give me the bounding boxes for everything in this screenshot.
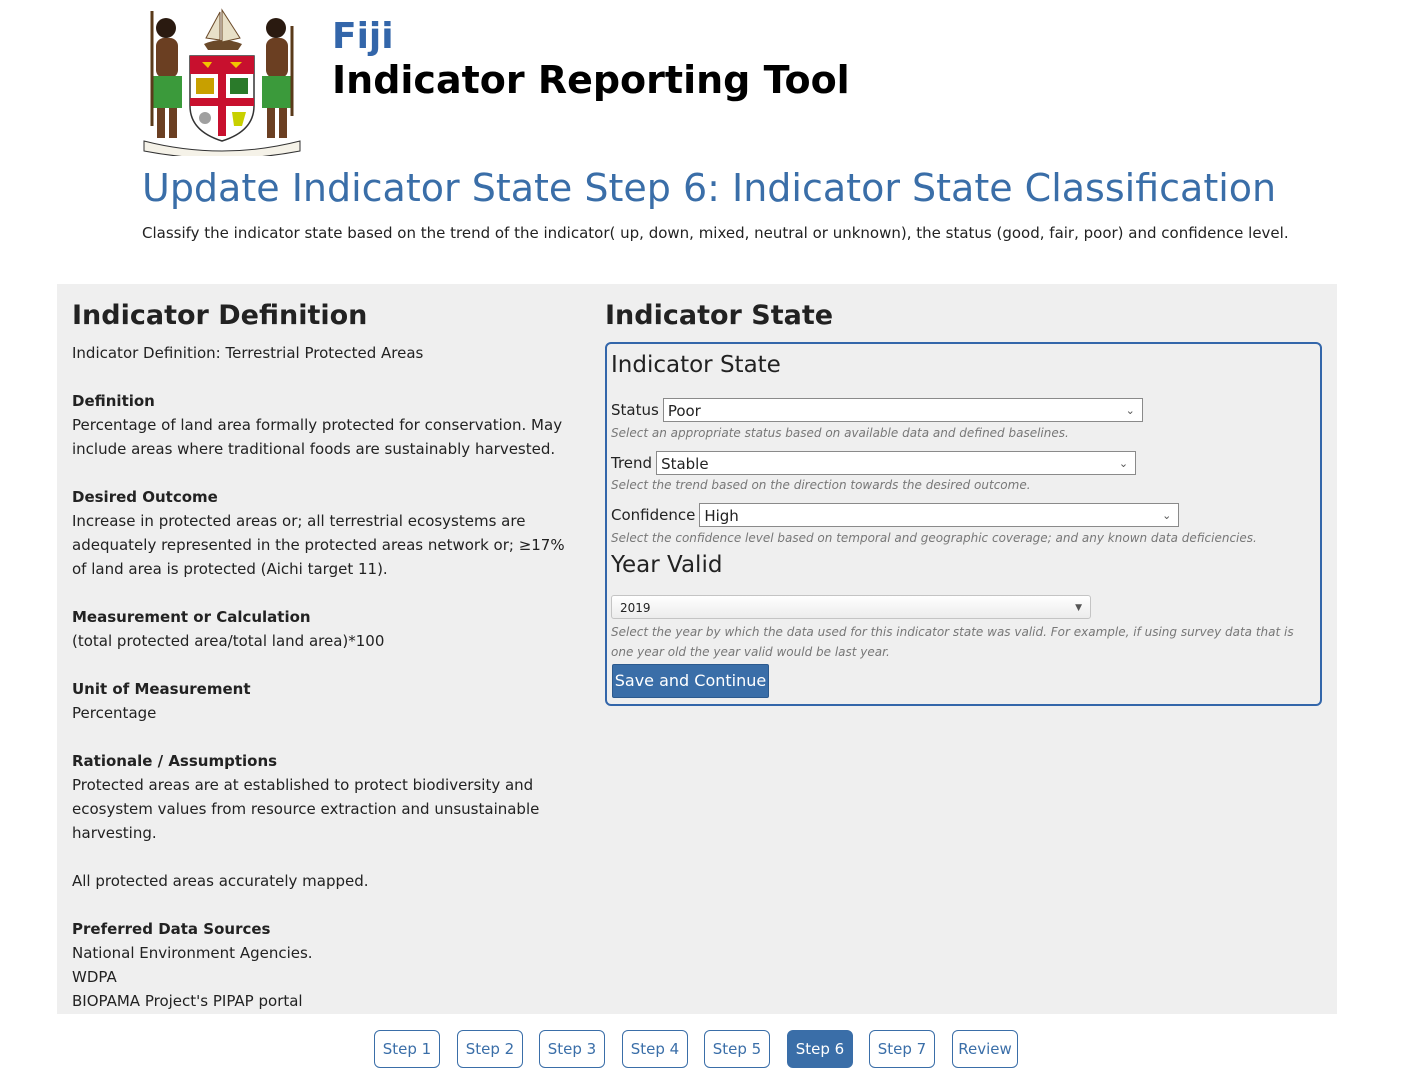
trend-value: Stable <box>661 455 709 473</box>
review-button[interactable]: Review <box>952 1030 1018 1068</box>
status-row: Status Poor ⌄ <box>611 398 1143 422</box>
trend-row: Trend Stable ⌄ <box>611 451 1137 475</box>
unit-head: Unit of Measurement <box>72 680 251 698</box>
data-sources-head: Preferred Data Sources <box>72 920 271 938</box>
confidence-hint: Select the confidence level based on tem… <box>611 531 1257 545</box>
page-title: Update Indicator State Step 6: Indicator… <box>142 166 1277 210</box>
state-box-title: Indicator State <box>611 352 781 378</box>
rationale-block: Rationale / Assumptions Protected areas … <box>72 749 582 845</box>
status-value: Poor <box>667 402 701 420</box>
dropdown-triangle-icon: ▼ <box>1075 603 1082 613</box>
confidence-label: Confidence <box>611 506 696 524</box>
site-name: Fiji <box>332 16 394 57</box>
year-valid-title: Year Valid <box>611 552 723 578</box>
year-valid-hint: Select the year by which the data used f… <box>611 625 1294 659</box>
rationale-head: Rationale / Assumptions <box>72 752 278 770</box>
step-navigation: Step 1 Step 2 Step 3 Step 4 Step 5 Step … <box>0 1030 1405 1070</box>
year-valid-value: 2019 <box>620 601 651 615</box>
data-source-item: WDPA <box>72 968 117 986</box>
measurement-text: (total protected area/total land area)*1… <box>72 632 385 650</box>
status-label: Status <box>611 401 659 419</box>
data-source-item: National Environment Agencies. <box>72 944 313 962</box>
status-hint: Select an appropriate status based on av… <box>611 426 1069 440</box>
status-select[interactable]: Poor ⌄ <box>662 398 1143 422</box>
step-3-button[interactable]: Step 3 <box>539 1030 605 1068</box>
chevron-down-icon: ⌄ <box>1125 404 1135 417</box>
definition-block-text: Percentage of land area formally protect… <box>72 416 563 458</box>
site-header: Fiji Indicator Reporting Tool <box>142 6 1242 156</box>
trend-hint: Select the trend based on the direction … <box>611 478 1031 492</box>
step-5-button[interactable]: Step 5 <box>704 1030 770 1068</box>
definition-block: Definition Percentage of land area forma… <box>72 389 582 461</box>
desired-outcome-block: Desired Outcome Increase in protected ar… <box>72 485 582 581</box>
confidence-select[interactable]: High ⌄ <box>699 503 1180 527</box>
step-7-button[interactable]: Step 7 <box>869 1030 935 1068</box>
definition-block-head: Definition <box>72 392 155 410</box>
rationale-text: Protected areas are at established to pr… <box>72 776 540 842</box>
indicator-state-form: Indicator State Status Poor ⌄ Select an … <box>605 342 1322 706</box>
assumption-block: All protected areas accurately mapped. <box>72 869 582 893</box>
page-intro: Classify the indicator state based on th… <box>142 224 1289 242</box>
state-heading: Indicator State <box>605 300 834 331</box>
trend-label: Trend <box>611 454 653 472</box>
trend-select[interactable]: Stable ⌄ <box>656 451 1137 475</box>
measurement-block: Measurement or Calculation (total protec… <box>72 605 582 653</box>
fiji-coat-of-arms-logo <box>143 8 301 156</box>
chevron-down-icon: ⌄ <box>1118 457 1129 470</box>
step-2-button[interactable]: Step 2 <box>457 1030 523 1068</box>
indicator-definition-section: Indicator Definition Indicator Definitio… <box>72 300 582 1013</box>
assumption-text: All protected areas accurately mapped. <box>72 872 369 890</box>
step-4-button[interactable]: Step 4 <box>622 1030 688 1068</box>
step-6-button[interactable]: Step 6 <box>787 1030 853 1068</box>
desired-outcome-text: Increase in protected areas or; all terr… <box>72 512 565 578</box>
confidence-row: Confidence High ⌄ <box>611 503 1180 527</box>
definition-intro: Indicator Definition: Terrestrial Protec… <box>72 344 424 362</box>
content-panel: Indicator Definition Indicator Definitio… <box>57 284 1337 1014</box>
data-sources-block: Preferred Data Sources National Environm… <box>72 917 582 1013</box>
step-1-button[interactable]: Step 1 <box>374 1030 440 1068</box>
data-source-item: BIOPAMA Project's PIPAP portal <box>72 992 303 1010</box>
chevron-down-icon: ⌄ <box>1162 509 1172 522</box>
indicator-state-section: Indicator State Indicator State Status P… <box>605 300 1323 706</box>
tool-name: Indicator Reporting Tool <box>332 58 850 102</box>
desired-outcome-head: Desired Outcome <box>72 488 218 506</box>
definition-heading: Indicator Definition <box>72 300 368 331</box>
measurement-head: Measurement or Calculation <box>72 608 311 626</box>
confidence-value: High <box>704 507 739 525</box>
unit-block: Unit of Measurement Percentage <box>72 677 582 725</box>
year-valid-select[interactable]: 2019 ▼ <box>611 595 1091 619</box>
unit-text: Percentage <box>72 704 157 722</box>
save-and-continue-button[interactable]: Save and Continue <box>612 664 769 698</box>
